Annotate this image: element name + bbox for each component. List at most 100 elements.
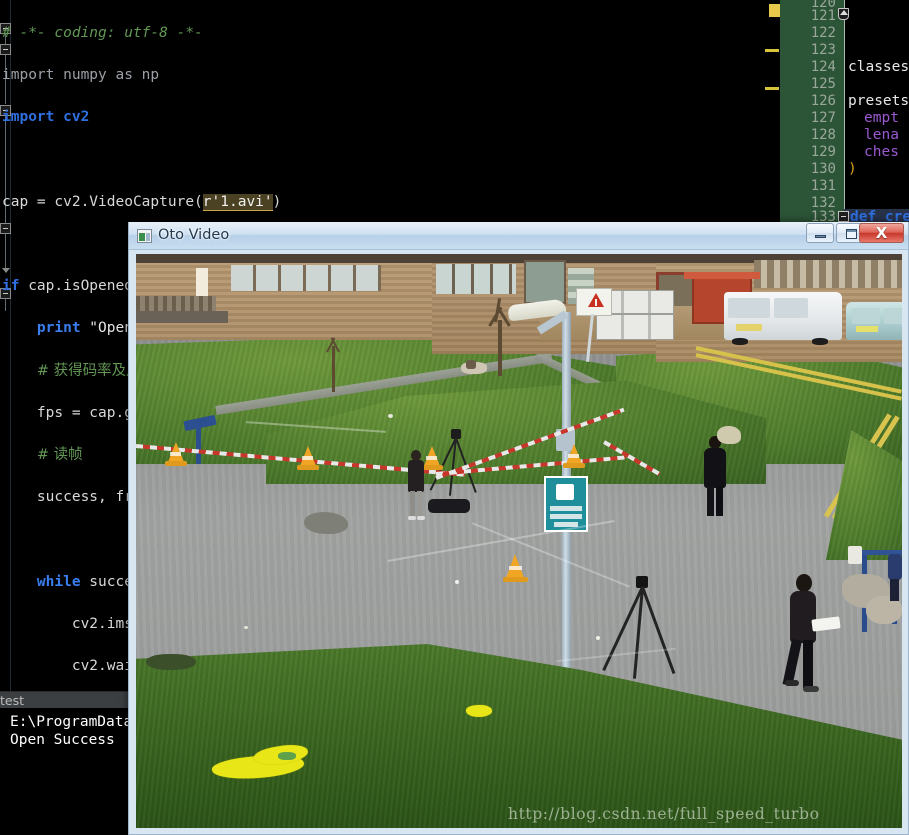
person-leg	[417, 491, 422, 517]
line-number: 133	[810, 209, 836, 222]
cone-base	[503, 577, 528, 582]
cone-band	[509, 566, 522, 570]
person-shoe	[803, 686, 819, 692]
person-leg	[782, 638, 802, 687]
line-number: 130	[810, 161, 836, 177]
code-line-text: import numpy as np	[2, 67, 160, 84]
car-number-plate	[856, 326, 878, 332]
code-line-text: # 读帧	[36, 446, 83, 463]
door-canopy	[684, 272, 760, 279]
pedestrian-edge	[888, 554, 902, 604]
line-number: 129	[810, 144, 836, 160]
traffic-cone	[297, 446, 319, 470]
fold-arrow-top[interactable]	[838, 8, 849, 20]
rock-small	[304, 512, 348, 534]
person-leg	[890, 579, 899, 601]
cone-band	[170, 452, 181, 456]
close-button[interactable]: X	[859, 223, 904, 243]
code-line: cap = cv2.VideoCapture(r'1.avi')	[2, 193, 282, 211]
watermark-text: http://blog.csdn.net/full_speed_turbo	[508, 805, 820, 823]
traffic-cone	[503, 554, 528, 582]
van-window	[728, 298, 770, 318]
marker-line[interactable]	[765, 87, 779, 90]
highlighted-string[interactable]: r'1.avi'	[202, 193, 273, 211]
line-number: 127	[810, 110, 836, 126]
line-number: 123	[810, 42, 836, 58]
white-box	[848, 546, 862, 564]
console-output[interactable]: E:\ProgramData Open Success	[0, 708, 133, 835]
marker-line[interactable]	[765, 49, 779, 52]
run-console-panel[interactable]: test E:\ProgramData Open Success	[0, 691, 133, 835]
code-fragment: classes	[848, 59, 909, 75]
cone-band	[568, 454, 579, 458]
line-number: 128	[810, 127, 836, 143]
window-mullions	[436, 264, 516, 294]
person-torso	[888, 554, 902, 580]
console-tab-strip[interactable]: test	[0, 691, 128, 709]
person-leg	[410, 491, 415, 517]
cone-band	[426, 456, 437, 460]
code-editor-right[interactable]: 120 121 122 123 124 125 126 127 128 129 …	[780, 0, 909, 222]
person-torso	[790, 591, 816, 643]
console-tab-label[interactable]: test	[0, 693, 24, 708]
traffic-cone	[563, 444, 585, 468]
person-shoe	[785, 680, 799, 686]
video-frame: http://blog.csdn.net/full_speed_turbo	[136, 254, 902, 828]
video-app-icon	[137, 229, 152, 243]
litter-speck	[455, 580, 459, 584]
loading-bay	[136, 311, 228, 323]
video-window-title: Oto Video	[158, 227, 230, 243]
minimize-icon	[815, 235, 826, 238]
line-number: 131	[810, 178, 836, 194]
equipment-crate	[596, 314, 674, 340]
person-leg	[716, 486, 723, 516]
code-fragment: lena	[864, 127, 899, 143]
window-row-right	[754, 260, 902, 288]
code-fragment: )	[848, 161, 857, 177]
van-number-plate	[736, 324, 762, 331]
traffic-cone	[421, 446, 443, 470]
tree-trunk	[332, 346, 335, 392]
carried-bag	[717, 426, 741, 444]
code-line: # -*- coding: utf-8 -*-	[0, 23, 756, 44]
console-line: Open Success	[10, 732, 115, 748]
car-window	[884, 308, 902, 324]
safety-sign-pictogram	[556, 484, 574, 500]
glass-entrance	[524, 260, 566, 304]
code-line: import cv2	[0, 107, 756, 128]
code-line: import numpy as np	[0, 65, 756, 86]
minimize-button[interactable]	[806, 223, 834, 243]
litter-speck	[388, 414, 393, 418]
line-number: 125	[810, 76, 836, 92]
person-leg	[803, 640, 813, 688]
traffic-cone	[165, 442, 187, 466]
close-icon: X	[875, 224, 888, 242]
screen-root: # -*- coding: utf-8 -*- import numpy as …	[0, 0, 909, 835]
ground-bag	[428, 499, 470, 513]
video-window-titlebar[interactable]: Oto Video X	[129, 222, 908, 250]
yellow-marker-detail	[278, 752, 296, 760]
video-window[interactable]: Oto Video X http://blog.csdn.net/full_sp…	[128, 222, 909, 835]
tree-trunk	[498, 320, 502, 376]
grass-patch	[146, 654, 196, 670]
litter-speck	[596, 636, 600, 640]
code-fragment: empt	[864, 110, 899, 126]
line-number: 126	[810, 93, 836, 109]
code-fragment: def crea	[850, 209, 909, 222]
code-line-text: # -*- coding: utf-8 -*-	[2, 25, 203, 42]
blue-post	[196, 424, 201, 464]
console-line: E:\ProgramData	[10, 714, 133, 730]
van-window	[774, 298, 808, 318]
line-number: 121	[810, 8, 836, 24]
fold-marker-def[interactable]	[838, 211, 849, 222]
person-leg	[707, 486, 714, 516]
safety-sign-text	[550, 514, 582, 519]
person-torso	[408, 460, 424, 492]
pedestrian-right	[782, 574, 841, 696]
pedestrian-center	[703, 426, 741, 520]
van-wheel	[812, 338, 828, 345]
warning-triangle-bar	[595, 299, 597, 306]
pedestrian-left	[406, 450, 426, 524]
line-number: 124	[810, 59, 836, 75]
